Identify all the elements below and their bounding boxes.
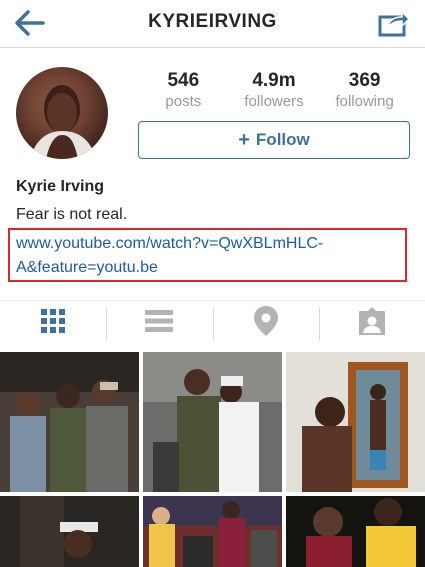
following-count: 369: [348, 70, 381, 91]
bio-link-highlight: www.youtube.com/watch?v=QwXBLmHLC-A&feat…: [8, 228, 407, 282]
photo-thumbnail[interactable]: [0, 496, 139, 567]
grid-icon: [40, 308, 66, 339]
photo-thumbnail[interactable]: [143, 496, 282, 567]
photo-grid: [0, 352, 425, 567]
tab-grid-view[interactable]: [0, 301, 106, 346]
profile-stats: 546 posts 4.9m followers 369 following: [138, 70, 410, 110]
following-label: following: [335, 93, 394, 110]
bio-website-link[interactable]: www.youtube.com/watch?v=QwXBLmHLC-A&feat…: [16, 235, 323, 276]
posts-stat[interactable]: 546 posts: [138, 70, 228, 110]
location-pin-icon: [253, 305, 279, 342]
tab-list-view[interactable]: [106, 301, 212, 346]
follow-button[interactable]: + Follow: [138, 121, 410, 159]
posts-count: 546: [167, 70, 200, 91]
top-navigation-bar: KYRIEIRVING: [0, 0, 425, 48]
photo-thumbnail[interactable]: [0, 352, 139, 492]
followers-label: followers: [244, 93, 304, 110]
tab-tagged-photos[interactable]: [318, 301, 425, 346]
profile-username-title: KYRIEIRVING: [148, 11, 277, 32]
plus-icon: +: [238, 128, 250, 151]
posts-label: posts: [165, 93, 202, 110]
profile-avatar[interactable]: [16, 67, 108, 159]
followers-count: 4.9m: [252, 70, 296, 91]
photo-thumbnail[interactable]: [143, 352, 282, 492]
following-stat[interactable]: 369 following: [320, 70, 410, 110]
follow-button-label: Follow: [255, 130, 310, 149]
profile-view-tabs: [0, 300, 425, 346]
share-icon[interactable]: [377, 8, 411, 38]
photo-thumbnail[interactable]: [286, 352, 425, 492]
profile-full-name: Kyrie Irving: [16, 178, 105, 195]
photo-thumbnail[interactable]: [286, 496, 425, 567]
tagged-photos-icon: [357, 306, 387, 341]
list-icon: [144, 309, 174, 338]
followers-stat[interactable]: 4.9m followers: [229, 70, 319, 110]
profile-bio: Fear is not real.: [16, 206, 128, 223]
tab-photo-map[interactable]: [212, 301, 319, 346]
